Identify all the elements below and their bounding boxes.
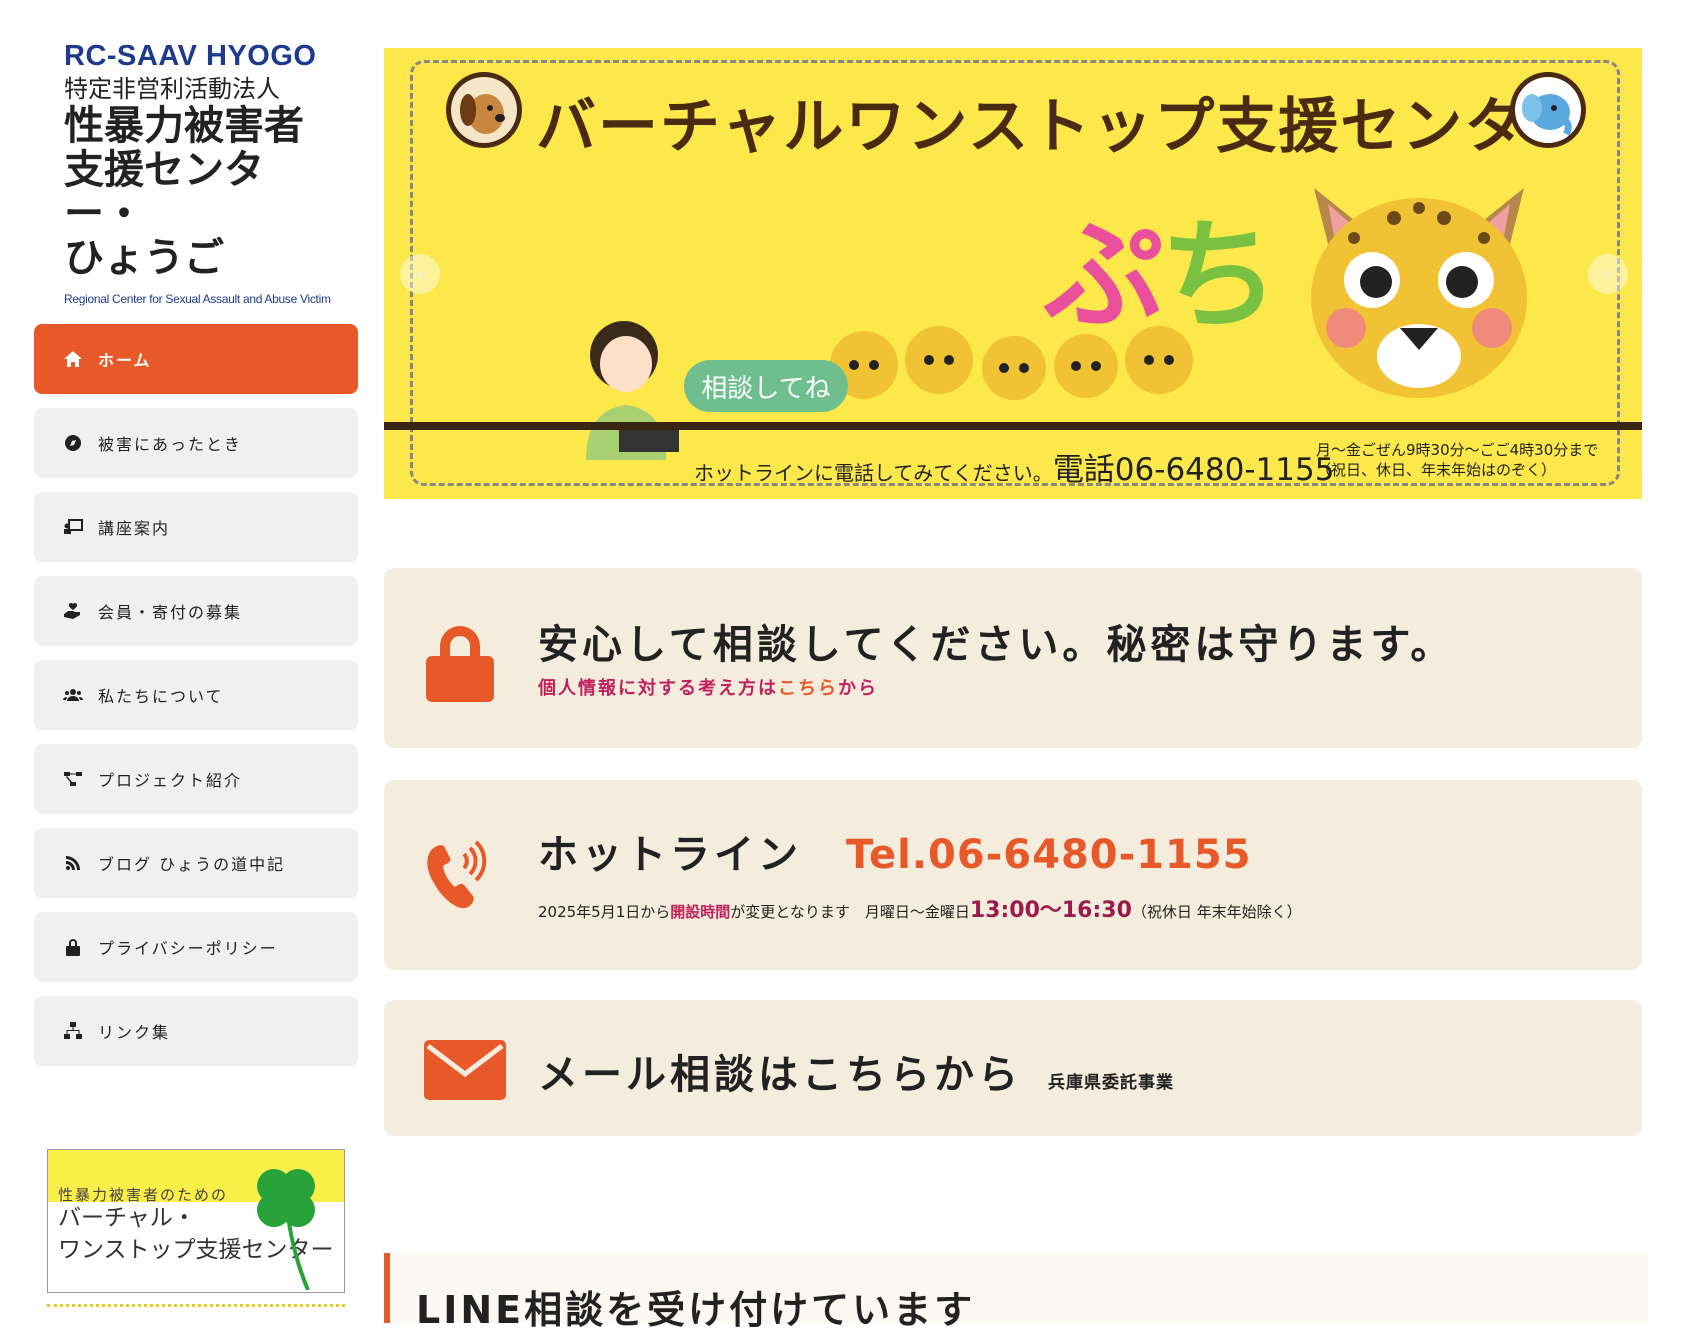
line-consult-section: LINE相談を受け付けています	[384, 1253, 1648, 1332]
nav-item-label: プロジェクト紹介	[98, 771, 243, 790]
privacy-link-suffix: から	[838, 678, 878, 699]
mail-consult-title: メール相談はこちらから	[538, 1052, 1022, 1098]
elephant-icon	[1510, 72, 1586, 148]
nav-item-label: 私たちについて	[98, 687, 224, 706]
logo-english: RC-SAAV HYOGO	[64, 40, 317, 72]
hotline-note-time: 13:00～16:30	[969, 898, 1132, 923]
nav-item-label: ブログ ひょうの道中記	[98, 855, 286, 874]
hero-hours-line-1: 月～金ごぜん9時30分～ごご4時30分まで	[1316, 441, 1599, 459]
nav-item-links[interactable]: リンク集	[34, 996, 358, 1066]
slider-next-button[interactable]: ›	[1588, 254, 1628, 294]
project-diagram-icon	[62, 768, 84, 790]
hero-title: バーチャルワンストップ支援センター	[536, 92, 1589, 162]
nav-item-home[interactable]: ホーム	[34, 324, 358, 394]
compass-icon	[62, 432, 84, 454]
logo-line-2: 支援センター・	[64, 147, 264, 237]
hotline-note-2: が変更となります 月曜日～金曜日	[730, 903, 970, 921]
hotline-note-1: 2025年5月1日から	[538, 903, 671, 921]
hotline-box: ホットライン Tel.06-6480-1155 2025年5月1日から開設時間が変…	[384, 780, 1642, 970]
nav-item-label: 講座案内	[98, 519, 171, 538]
home-icon	[62, 348, 84, 370]
leopard-cubs-image	[830, 326, 1193, 400]
privacy-heading: 安心して相談してください。秘密は守ります。	[538, 622, 1455, 668]
hero-hotline: ホットラインに電話してみてください。電話06-6480-1155	[694, 444, 1334, 489]
logo-npo: 特定非営利活動法人	[64, 75, 280, 103]
site-logo[interactable]: RC-SAAV HYOGO 特定非営利活動法人 性暴力被害者 支援センター・ ひ…	[64, 40, 334, 306]
nav-item-label: ホーム	[98, 351, 152, 370]
nav-item-about[interactable]: 私たちについて	[34, 660, 358, 730]
hotline-note-highlight: 開設時間	[670, 903, 731, 921]
hero-hotline-text: ホットラインに電話してみてください。	[694, 461, 1053, 485]
sitemap-icon	[62, 1020, 84, 1042]
hero-hours-line-2: （祝日、休日、年末年始はのぞく）	[1316, 461, 1557, 479]
hero-hours: 月～金ごぜん9時30分～ごご4時30分まで （祝日、休日、年末年始はのぞく）	[1316, 440, 1598, 480]
nav-item-label: 被害にあったとき	[98, 435, 243, 454]
consult-speech-bubble: 相談してね	[684, 360, 848, 412]
lock-icon	[62, 936, 84, 958]
hotline-heading: ホットライン Tel.06-6480-1155	[538, 822, 1252, 880]
hero-ground-line	[384, 422, 1642, 430]
logo-line-1: 性暴力被害者	[64, 103, 304, 149]
phone-volume-icon	[427, 840, 487, 909]
users-icon	[62, 684, 84, 706]
privacy-policy-link-text: 個人情報に対する考え方はこちらから	[538, 674, 878, 700]
mail-consult-box[interactable]: メール相談はこちらから 兵庫県委託事業	[384, 1000, 1642, 1136]
nav-item-membership[interactable]: 会員・寄付の募集	[34, 576, 358, 646]
slider-prev-button[interactable]: ‹	[400, 254, 440, 294]
hotline-title: ホットライン	[538, 832, 802, 878]
hero-slider[interactable]: バーチャルワンストップ支援センター ぷち 相談してね ホットラインに電話してみて…	[384, 48, 1642, 499]
dog-icon	[446, 72, 522, 148]
nav-item-victim[interactable]: 被害にあったとき	[34, 408, 358, 478]
hero-hotline-tel: 電話06-6480-1155	[1052, 452, 1335, 488]
hotline-tel-link[interactable]: Tel.06-6480-1155	[846, 832, 1252, 878]
mail-consult-sponsor: 兵庫県委託事業	[1048, 1073, 1174, 1093]
hand-holding-heart-icon	[62, 600, 84, 622]
logo-line-3: ひょうご	[64, 235, 224, 281]
blog-icon	[62, 852, 84, 874]
envelope-icon	[424, 1040, 506, 1100]
sidebar-nav: ホーム 被害にあったとき 講座案内 会員・寄付の募集 私たちについて プロジェク…	[34, 324, 358, 1080]
nav-item-projects[interactable]: プロジェクト紹介	[34, 744, 358, 814]
nav-item-label: プライバシーポリシー	[98, 939, 278, 958]
mail-consult-heading: メール相談はこちらから 兵庫県委託事業	[538, 1042, 1174, 1100]
hotline-hours-note: 2025年5月1日から開設時間が変更となります 月曜日～金曜日13:00～16:…	[538, 892, 1302, 924]
logo-subtitle: Regional Center for Sexual Assault and A…	[64, 292, 331, 306]
virtual-one-stop-banner[interactable]: 性暴力被害者のための バーチャル・ ワンストップ支援センター	[47, 1149, 345, 1293]
nav-item-label: リンク集	[98, 1023, 171, 1042]
privacy-link-prefix: 個人情報に対する考え方は	[538, 678, 778, 699]
clover-icon	[257, 1169, 315, 1290]
nav-item-blog[interactable]: ブログ ひょうの道中記	[34, 828, 358, 898]
chalkboard-teacher-icon	[62, 516, 84, 538]
lock-icon	[426, 626, 494, 702]
leopard-mascot-image	[1311, 188, 1527, 398]
hotline-note-3: （祝休日 年末年始除く）	[1131, 903, 1302, 921]
nav-item-courses[interactable]: 講座案内	[34, 492, 358, 562]
nav-item-privacy[interactable]: プライバシーポリシー	[34, 912, 358, 982]
girl-on-phone-image	[586, 321, 679, 460]
privacy-box: 安心して相談してください。秘密は守ります。 個人情報に対する考え方はこちらから	[384, 568, 1642, 748]
nav-item-label: 会員・寄付の募集	[98, 603, 243, 622]
privacy-policy-link[interactable]: こちら	[778, 678, 838, 699]
